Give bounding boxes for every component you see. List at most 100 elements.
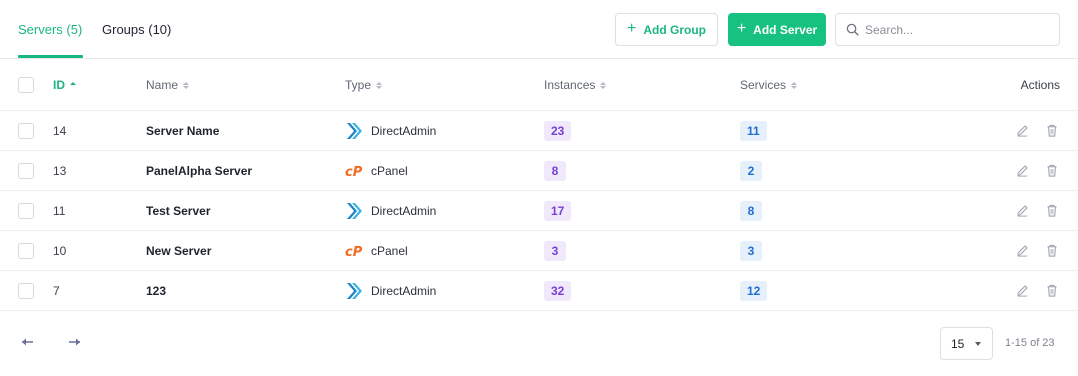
per-page-select[interactable]: 15 [940, 327, 993, 360]
cell-id: 11 [53, 203, 66, 218]
sort-icon [70, 81, 76, 89]
cell-type-label: DirectAdmin [371, 123, 437, 138]
cell-name[interactable]: PanelAlpha Server [146, 151, 252, 190]
cell-type-label: DirectAdmin [371, 283, 437, 298]
cell-type-label: DirectAdmin [371, 203, 437, 218]
cell-actions [1016, 271, 1060, 310]
cell-instances: 8 [544, 151, 566, 190]
cell-instances: 23 [544, 111, 572, 150]
sort-icon [183, 81, 190, 89]
tab-groups[interactable]: Groups (10) [102, 22, 171, 37]
cell-services: 12 [740, 271, 768, 310]
arrow-left-icon[interactable] [20, 336, 34, 351]
cell-type: cP cPanel [345, 151, 408, 190]
column-header-id[interactable]: ID [53, 60, 76, 110]
instances-badge[interactable]: 17 [544, 200, 572, 221]
plus-icon: + [736, 19, 747, 37]
search-box [835, 13, 1060, 46]
column-header-type-label: Type [345, 78, 372, 92]
arrow-right-icon[interactable] [68, 336, 82, 351]
cpanel-logo-icon: cP [345, 242, 363, 260]
per-page-value: 15 [951, 336, 965, 351]
pagination-range: 1-15 of 23 [1005, 337, 1055, 349]
column-header-services-label: Services [740, 78, 787, 92]
cell-instances: 3 [544, 231, 566, 270]
cell-id: 10 [53, 243, 67, 258]
column-header-actions: Actions [1020, 78, 1060, 92]
table-header: ID Name Type Instances Services Actions [0, 60, 1078, 111]
trash-icon[interactable] [1046, 124, 1060, 138]
svg-text:cP: cP [345, 245, 363, 258]
services-badge[interactable]: 3 [740, 240, 762, 261]
cell-name[interactable]: Server Name [146, 111, 219, 150]
column-header-name[interactable]: Name [146, 60, 190, 110]
search-input[interactable] [865, 22, 1045, 37]
active-tab-indicator [18, 55, 83, 58]
sort-icon [600, 81, 607, 89]
top-bar: Servers (5) Groups (10) + Add Group + Ad… [0, 0, 1078, 59]
cell-services: 11 [740, 111, 767, 150]
column-header-instances[interactable]: Instances [544, 60, 607, 110]
cell-type: DirectAdmin [345, 271, 436, 310]
cell-instances: 32 [544, 271, 572, 310]
row-checkbox[interactable] [18, 122, 34, 139]
cell-name[interactable]: 123 [146, 271, 166, 310]
pencil-icon[interactable] [1016, 284, 1030, 298]
cell-services: 2 [740, 151, 762, 190]
column-header-instances-label: Instances [544, 78, 596, 92]
cell-name[interactable]: Test Server [146, 191, 210, 230]
pencil-icon[interactable] [1016, 204, 1030, 218]
instances-badge[interactable]: 3 [544, 240, 566, 261]
trash-icon[interactable] [1046, 284, 1060, 298]
table-row: 14 Server Name DirectAdmin 23 11 [0, 111, 1078, 151]
table-row: 10 New Server cP cPanel 3 3 [0, 231, 1078, 271]
row-checkbox[interactable] [18, 242, 34, 259]
column-header-type[interactable]: Type [345, 60, 383, 110]
table-row: 13 PanelAlpha Server cP cPanel 8 2 [0, 151, 1078, 191]
cell-actions [1016, 151, 1060, 190]
tab-servers[interactable]: Servers (5) [18, 22, 82, 37]
row-checkbox[interactable] [18, 202, 34, 219]
search-icon [846, 23, 859, 36]
pencil-icon[interactable] [1016, 124, 1030, 138]
pencil-icon[interactable] [1016, 164, 1030, 178]
instances-badge[interactable]: 23 [544, 120, 572, 141]
column-header-services[interactable]: Services [740, 60, 798, 110]
cell-actions [1016, 111, 1060, 150]
column-header-id-label: ID [53, 78, 65, 92]
add-server-label: Add Server [753, 22, 818, 37]
cell-actions [1016, 231, 1060, 270]
trash-icon[interactable] [1046, 244, 1060, 258]
services-badge[interactable]: 11 [740, 120, 767, 141]
services-badge[interactable]: 8 [740, 200, 762, 221]
cell-type-label: cPanel [371, 243, 408, 258]
svg-text:cP: cP [345, 165, 363, 178]
cell-type: DirectAdmin [345, 111, 436, 150]
cell-type-label: cPanel [371, 163, 408, 178]
table-row: 7 123 DirectAdmin 32 12 [0, 271, 1078, 311]
add-group-button[interactable]: + Add Group [615, 13, 718, 46]
trash-icon[interactable] [1046, 164, 1060, 178]
row-checkbox[interactable] [18, 282, 34, 299]
table-row: 11 Test Server DirectAdmin 17 8 [0, 191, 1078, 231]
cell-id: 14 [53, 123, 67, 138]
cell-id: 7 [53, 283, 60, 298]
trash-icon[interactable] [1046, 204, 1060, 218]
directadmin-logo-icon [345, 202, 363, 220]
cell-type: cP cPanel [345, 231, 408, 270]
row-checkbox[interactable] [18, 162, 34, 179]
sort-icon [376, 81, 383, 89]
pencil-icon[interactable] [1016, 244, 1030, 258]
instances-badge[interactable]: 8 [544, 160, 566, 181]
column-header-name-label: Name [146, 78, 179, 92]
cpanel-logo-icon: cP [345, 162, 363, 180]
services-badge[interactable]: 2 [740, 160, 762, 181]
select-all-checkbox[interactable] [18, 77, 34, 93]
services-badge[interactable]: 12 [740, 280, 768, 301]
cell-name[interactable]: New Server [146, 231, 211, 270]
cell-instances: 17 [544, 191, 572, 230]
instances-badge[interactable]: 32 [544, 280, 572, 301]
cell-actions [1016, 191, 1060, 230]
directadmin-logo-icon [345, 282, 363, 300]
add-server-button[interactable]: + Add Server [728, 13, 826, 46]
